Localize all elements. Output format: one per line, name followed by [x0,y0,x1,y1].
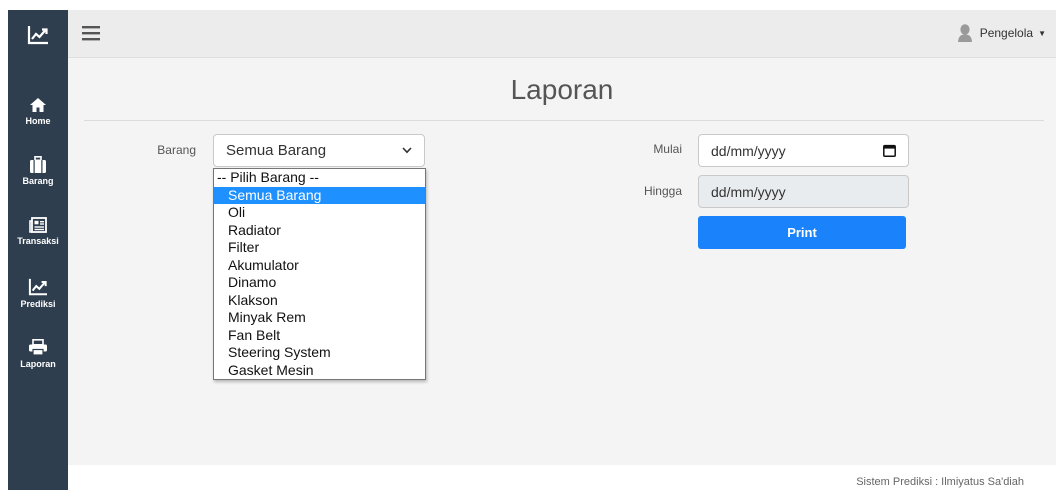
chevron-down-icon [402,147,412,154]
footer: Sistem Prediksi : Ilmiyatus Sa'diah [68,465,1056,490]
sidebar-item-prediksi[interactable]: Prediksi [8,265,68,321]
footer-text: Sistem Prediksi : Ilmiyatus Sa'diah [856,476,1024,488]
barang-select[interactable]: Semua Barang [213,134,425,167]
mulai-label: Mulai [653,142,682,156]
user-name: Pengelola [979,26,1034,40]
sidebar-item-label: Home [25,115,51,126]
calendar-icon[interactable] [883,144,896,157]
barang-dropdown-list[interactable]: -- Pilih Barang -- Semua Barang Oli Radi… [213,168,426,380]
dropdown-option[interactable]: Klakson [214,292,425,310]
dropdown-option[interactable]: Akumulator [214,257,425,275]
sidebar-item-label: Barang [22,176,54,186]
dropdown-option[interactable]: Oli [214,204,425,222]
sidebar-item-home[interactable]: Home [8,83,68,139]
dropdown-option[interactable]: Steering System [214,344,425,362]
chart-line-icon [28,278,47,295]
barang-selected-value: Semua Barang [226,142,327,159]
hingga-label: Hingga [643,184,682,198]
mulai-date-input[interactable]: dd/mm/yyyy [698,134,909,167]
hingga-date-value: dd/mm/yyyy [711,183,786,200]
dropdown-option[interactable]: Fan Belt [214,327,425,345]
mulai-date-value: dd/mm/yyyy [711,142,786,159]
barang-label: Barang [157,143,196,157]
home-icon [30,97,46,112]
dropdown-option[interactable]: -- Pilih Barang -- [214,169,425,187]
user-icon [957,24,972,42]
hingga-date-input[interactable]: dd/mm/yyyy [698,175,909,208]
sidebar-item-laporan[interactable]: Laporan [8,326,68,382]
dropdown-option[interactable]: Radiator [214,222,425,240]
user-menu[interactable]: Pengelola ▼ [957,24,1046,42]
sidebar-item-label: Transaksi [17,235,59,246]
sidebar-item-barang[interactable]: Barang [8,143,68,199]
top-navbar: Pengelola ▼ [68,10,1056,58]
dropdown-option[interactable]: Filter [214,239,425,257]
dropdown-option[interactable]: Minyak Rem [214,309,425,327]
print-icon [29,339,47,356]
print-button[interactable]: Print [698,216,906,249]
bars-icon [82,26,100,41]
dropdown-option[interactable]: Gasket Mesin [214,362,425,380]
briefcase-icon [30,156,46,173]
divider [84,120,1044,121]
chart-line-icon [27,26,48,45]
dropdown-option-selected[interactable]: Semua Barang [214,186,425,204]
page-title: Laporan [510,74,614,105]
caret-down-icon: ▼ [1038,28,1046,38]
sidebar-item-label: Prediksi [20,298,56,309]
sidebar-item-transaksi[interactable]: Transaksi [8,203,68,259]
sidebar-item-label: Laporan [20,359,56,369]
menu-toggle-button[interactable] [82,25,100,46]
brand-logo[interactable] [8,10,68,60]
newspaper-icon [29,216,47,233]
sidebar: Home Barang Transaksi Prediksi Laporan [8,10,68,490]
dropdown-option[interactable]: Dinamo [214,274,425,292]
